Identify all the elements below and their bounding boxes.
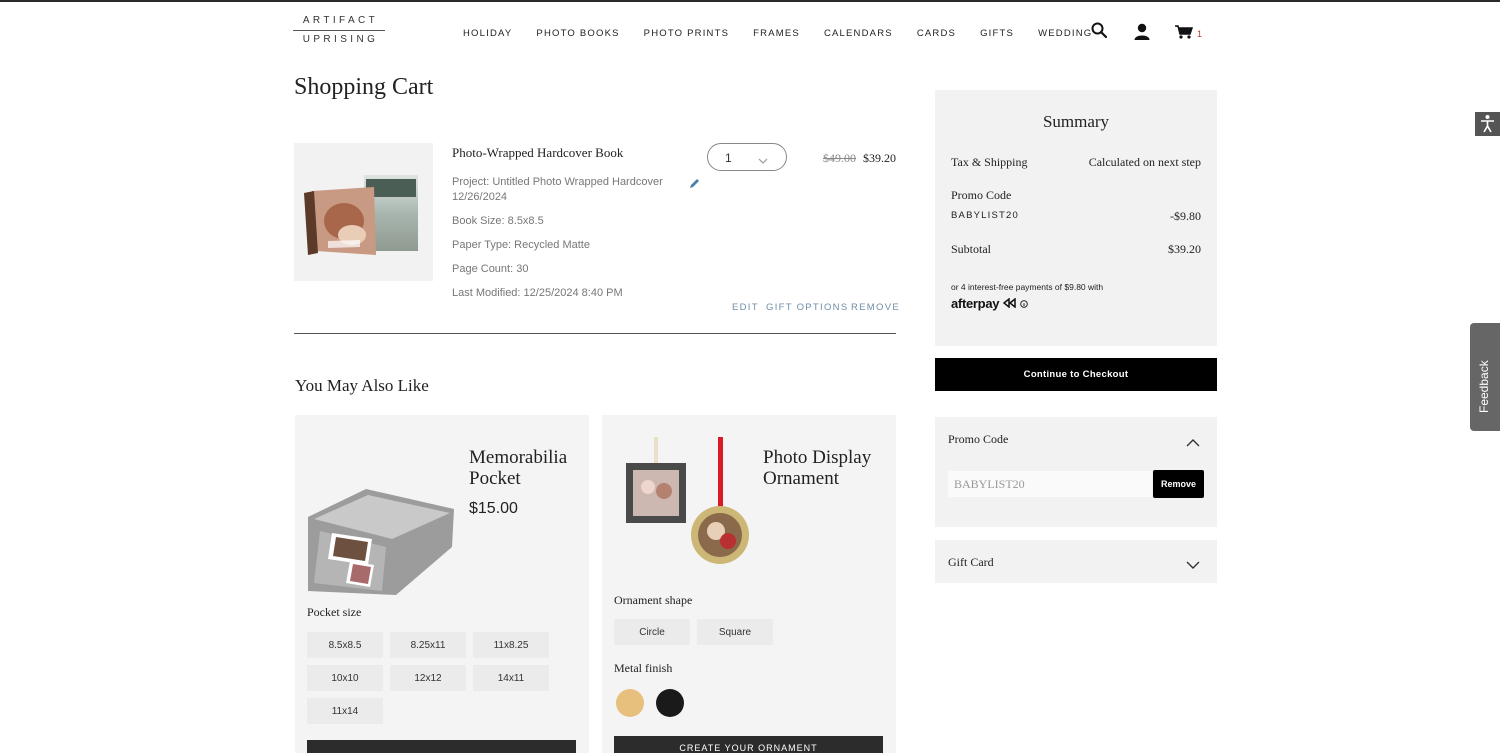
promo-panel-title[interactable]: Promo Code <box>948 432 1008 447</box>
ornament-image[interactable] <box>624 437 754 572</box>
product-name[interactable]: Photo-Wrapped Hardcover Book <box>452 145 623 161</box>
feedback-label: Feedback <box>1477 360 1491 413</box>
ornament-shape-label: Ornament shape <box>614 593 693 607</box>
size-option-10x10[interactable]: 10x10 <box>307 665 383 691</box>
feedback-tab[interactable]: Feedback <box>1470 323 1500 431</box>
size-option-11x8.25[interactable]: 11x8.25 <box>473 632 549 658</box>
gift-card-title: Gift Card <box>948 555 994 569</box>
nav-photo-books[interactable]: PHOTO BOOKS <box>536 28 619 39</box>
section-title-recommendations: You May Also Like <box>295 376 429 395</box>
afterpay-arrows-icon <box>1002 296 1020 311</box>
logo[interactable]: ARTIFACT UPRISING <box>293 14 385 46</box>
create-ornament-button[interactable]: CREATE YOUR ORNAMENT <box>614 736 883 753</box>
logo-line-2: UPRISING <box>302 34 379 45</box>
product-thumbnail[interactable] <box>294 143 433 281</box>
size-option-12x12[interactable]: 12x12 <box>390 665 466 691</box>
afterpay-logo[interactable]: afterpay <box>951 296 1028 311</box>
cart-count: 1 <box>1197 29 1203 39</box>
product-page-count: Page Count: 30 <box>452 263 529 275</box>
promo-code-panel: Promo Code Remove <box>935 417 1217 527</box>
tax-shipping-value: Calculated on next step <box>1088 155 1201 169</box>
product-project: Project: Untitled Photo Wrapped Hardcove… <box>452 176 663 188</box>
nav-cards[interactable]: CARDS <box>917 28 956 39</box>
afterpay-text: or 4 interest-free payments of $9.80 wit… <box>951 282 1104 292</box>
promo-discount-value: -$9.80 <box>1170 209 1201 223</box>
logo-rule <box>293 30 385 31</box>
chevron-down-icon <box>758 152 768 170</box>
chevron-down-icon <box>1186 557 1200 575</box>
gift-options-link[interactable]: GIFT OPTIONS <box>766 302 848 313</box>
product-book-size: Book Size: 8.5x8.5 <box>452 215 544 227</box>
sale-price: $39.20 <box>863 151 896 165</box>
size-option-8.5x8.5[interactable]: 8.5x8.5 <box>307 632 383 658</box>
ornament-name: Photo Display Ornament <box>763 447 871 489</box>
gift-card-panel[interactable]: Gift Card <box>935 540 1217 583</box>
quantity-value: 1 <box>725 151 732 165</box>
promo-code-label: Promo Code <box>951 188 1012 202</box>
size-option-14x11[interactable]: 14x11 <box>473 665 549 691</box>
edit-link[interactable]: EDIT <box>732 302 759 313</box>
pocket-image[interactable] <box>306 487 456 600</box>
recommendation-card-pocket: Memorabilia Pocket $15.00 Pocket size 8.… <box>295 415 589 753</box>
finish-swatch-gold[interactable] <box>616 689 644 717</box>
remove-link[interactable]: REMOVE <box>851 302 900 313</box>
pocket-price: $15.00 <box>469 500 518 517</box>
main-nav: HOLIDAY PHOTO BOOKS PHOTO PRINTS FRAMES … <box>463 28 1116 39</box>
summary-panel: Summary Tax & Shipping Calculated on nex… <box>935 90 1217 346</box>
logo-line-1: ARTIFACT <box>302 15 379 26</box>
summary-title: Summary <box>1042 112 1110 131</box>
account-icon[interactable] <box>1134 23 1150 45</box>
top-border <box>0 0 1500 2</box>
pocket-name-line-1: Memorabilia <box>469 447 568 468</box>
original-price: $49.00 <box>823 151 856 165</box>
metal-finish-label: Metal finish <box>614 661 673 675</box>
cart-icon[interactable] <box>1175 25 1194 44</box>
recommendation-card-ornament: Photo Display Ornament Ornament shape Ci… <box>602 415 896 753</box>
promo-code-input[interactable] <box>948 471 1152 497</box>
afterpay-logo-text: afterpay <box>951 296 1000 311</box>
subtotal-value: $39.20 <box>1168 242 1201 256</box>
pocket-size-label: Pocket size <box>307 605 362 619</box>
product-last-modified: Last Modified: 12/25/2024 8:40 PM <box>452 287 623 299</box>
nav-wedding[interactable]: WEDDING <box>1038 28 1092 39</box>
size-option-11x14[interactable]: 11x14 <box>307 698 383 724</box>
nav-frames[interactable]: FRAMES <box>753 28 800 39</box>
pencil-icon[interactable] <box>689 176 700 194</box>
shape-option-square[interactable]: Square <box>697 619 773 645</box>
ornament-name-line-1: Photo Display <box>763 447 872 468</box>
nav-holiday[interactable]: HOLIDAY <box>463 28 512 39</box>
chevron-up-icon[interactable] <box>1186 434 1200 452</box>
nav-gifts[interactable]: GIFTS <box>980 28 1014 39</box>
finish-swatch-black[interactable] <box>656 689 684 717</box>
subtotal-label: Subtotal <box>951 242 992 256</box>
nav-calendars[interactable]: CALENDARS <box>824 28 893 39</box>
quantity-select[interactable]: 1 <box>707 143 787 171</box>
shape-option-circle[interactable]: Circle <box>614 619 690 645</box>
ornament-name-line-2: Ornament <box>763 468 839 489</box>
pocket-name-line-2: Pocket <box>469 468 521 489</box>
tax-shipping-label: Tax & Shipping <box>951 155 1028 169</box>
size-option-8.25x11[interactable]: 8.25x11 <box>390 632 466 658</box>
product-paper-type: Paper Type: Recycled Matte <box>452 239 590 251</box>
page-title: Shopping Cart <box>294 74 434 100</box>
cart-divider <box>294 333 896 334</box>
continue-to-checkout-button[interactable]: Continue to Checkout <box>935 358 1217 391</box>
remove-promo-button[interactable]: Remove <box>1153 470 1204 498</box>
search-icon[interactable] <box>1091 22 1108 43</box>
nav-photo-prints[interactable]: PHOTO PRINTS <box>644 28 729 39</box>
info-icon[interactable] <box>1020 296 1028 311</box>
pocket-name: Memorabilia Pocket <box>469 447 567 489</box>
applied-promo-code: BABYLIST20 <box>951 210 1019 221</box>
pocket-cta-button[interactable] <box>307 740 576 753</box>
product-project-date: 12/26/2024 <box>452 191 508 203</box>
accessibility-icon[interactable] <box>1475 112 1500 136</box>
